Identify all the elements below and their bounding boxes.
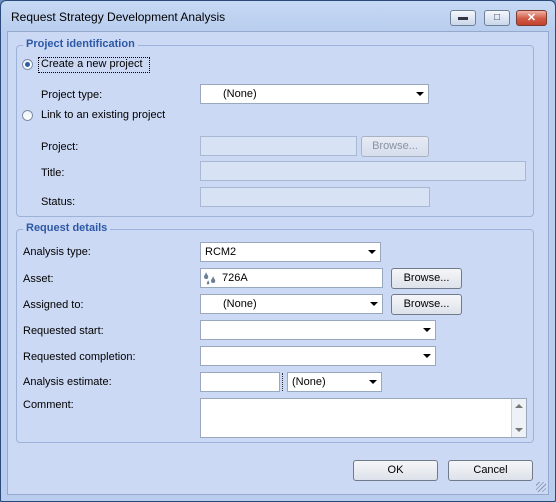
assigned-to-dropdown[interactable]: (None) xyxy=(200,294,383,314)
chevron-down-icon xyxy=(369,380,377,384)
resize-grip-icon[interactable] xyxy=(536,482,546,492)
analysis-estimate-field[interactable] xyxy=(200,372,280,392)
status-field xyxy=(200,187,430,207)
assigned-to-value: (None) xyxy=(223,298,257,310)
cancel-button[interactable]: Cancel xyxy=(448,460,533,481)
close-button[interactable]: ✕ xyxy=(516,10,547,26)
window-title: Request Strategy Development Analysis xyxy=(11,10,226,24)
link-existing-project-radio[interactable] xyxy=(22,110,33,121)
request-details-title: Request details xyxy=(23,222,111,234)
analysis-estimate-label: Analysis estimate: xyxy=(23,376,112,388)
analysis-type-dropdown[interactable]: RCM2 xyxy=(200,242,381,262)
project-type-label: Project type: xyxy=(41,89,103,101)
project-browse-button: Browse... xyxy=(361,136,429,157)
status-label: Status: xyxy=(41,196,76,208)
spinner-handle[interactable] xyxy=(282,373,285,391)
chevron-down-icon xyxy=(423,328,431,332)
analysis-type-label: Analysis type: xyxy=(23,246,91,258)
title-bar[interactable]: Request Strategy Development Analysis ▬ … xyxy=(1,1,555,31)
requested-completion-date-picker[interactable] xyxy=(200,346,436,366)
comment-textarea[interactable] xyxy=(200,398,527,438)
project-identification-title: Project identification xyxy=(23,38,138,50)
project-type-value: (None) xyxy=(223,88,257,100)
create-new-project-radio[interactable] xyxy=(22,59,33,70)
assigned-browse-button[interactable]: Browse... xyxy=(391,294,462,315)
analysis-type-value: RCM2 xyxy=(205,246,237,258)
title-field xyxy=(200,161,526,181)
title-label: Title: xyxy=(41,167,65,179)
scroll-down-icon[interactable] xyxy=(515,428,523,432)
asset-browse-button[interactable]: Browse... xyxy=(391,268,462,289)
estimate-unit-dropdown[interactable]: (None) xyxy=(287,372,382,392)
dialog-client-area: Project identification Create a new proj… xyxy=(7,31,549,495)
project-label: Project: xyxy=(41,141,79,153)
maximize-button[interactable]: □ xyxy=(484,10,510,26)
close-icon: ✕ xyxy=(526,12,537,24)
minimize-button[interactable]: ▬ xyxy=(450,10,476,26)
requested-completion-label: Requested completion: xyxy=(23,351,136,363)
asset-icon xyxy=(204,272,216,285)
maximize-icon: □ xyxy=(493,12,501,23)
comment-label: Comment: xyxy=(23,399,74,411)
project-type-dropdown[interactable]: (None) xyxy=(200,84,429,104)
asset-value: 726A xyxy=(222,272,248,284)
project-field xyxy=(200,136,357,156)
requested-start-label: Requested start: xyxy=(23,325,104,337)
chevron-down-icon xyxy=(370,302,378,306)
chevron-down-icon xyxy=(416,92,424,96)
chevron-down-icon xyxy=(368,250,376,254)
requested-start-date-picker[interactable] xyxy=(200,320,436,340)
estimate-unit-value: (None) xyxy=(292,376,326,388)
minimize-icon: ▬ xyxy=(458,12,468,23)
comment-scrollbar[interactable] xyxy=(511,399,526,437)
dialog-window: Request Strategy Development Analysis ▬ … xyxy=(0,0,556,502)
asset-label: Asset: xyxy=(23,273,54,285)
link-existing-project-label[interactable]: Link to an existing project xyxy=(41,109,165,121)
asset-field[interactable]: 726A xyxy=(200,268,383,288)
assigned-to-label: Assigned to: xyxy=(23,299,84,311)
chevron-down-icon xyxy=(423,354,431,358)
scroll-up-icon[interactable] xyxy=(515,404,523,408)
create-new-project-label[interactable]: Create a new project xyxy=(41,58,143,70)
ok-button[interactable]: OK xyxy=(353,460,438,481)
